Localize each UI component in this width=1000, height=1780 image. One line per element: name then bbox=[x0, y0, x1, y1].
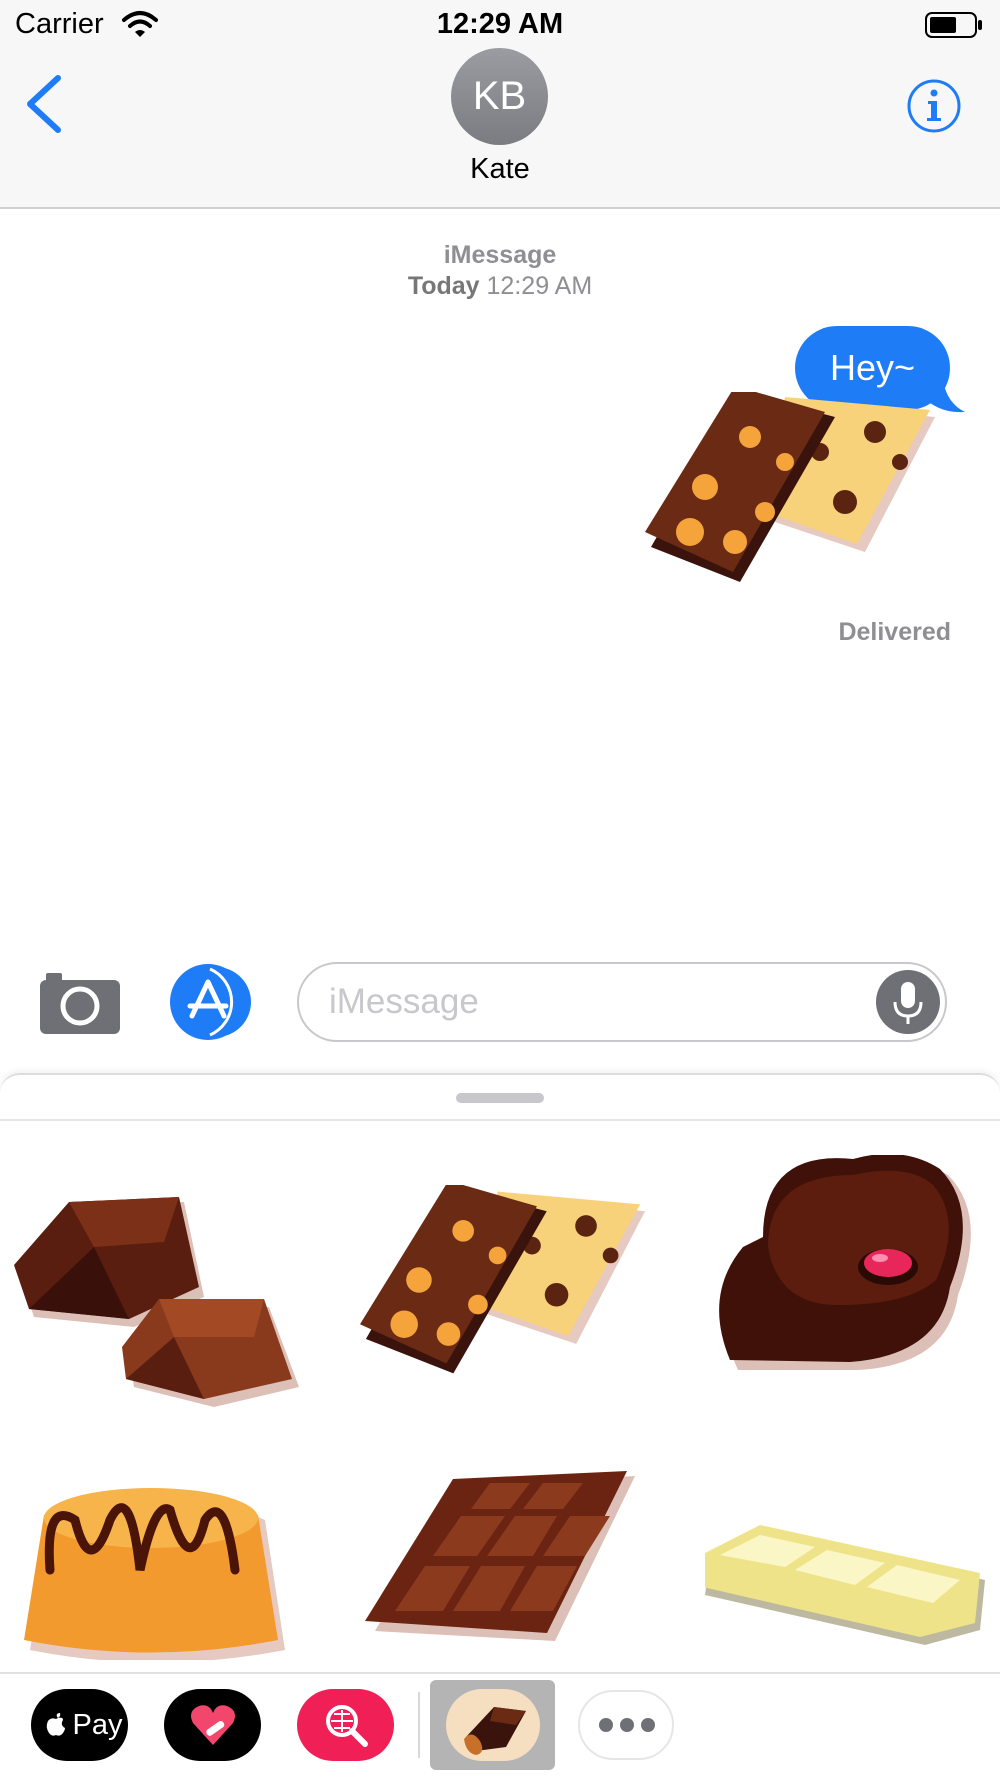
chocolate-bar-sticker[interactable] bbox=[365, 1471, 635, 1646]
more-apps-button[interactable] bbox=[578, 1690, 674, 1760]
timestamp-day: Today bbox=[407, 272, 480, 300]
service-label: iMessage bbox=[443, 241, 557, 269]
message-input[interactable]: iMessage bbox=[297, 962, 947, 1042]
message-placeholder: iMessage bbox=[329, 982, 479, 1021]
more-icon bbox=[599, 1718, 655, 1732]
battery-icon bbox=[925, 12, 982, 38]
caramel-cake-sticker[interactable] bbox=[20, 1480, 290, 1660]
digital-touch-button[interactable] bbox=[164, 1689, 261, 1761]
web-search-button[interactable] bbox=[297, 1689, 394, 1761]
info-icon[interactable] bbox=[906, 78, 962, 134]
appstore-icon[interactable] bbox=[170, 964, 256, 1040]
chocolate-stickers-app-icon[interactable] bbox=[446, 1689, 540, 1761]
white-chocolate-bar-sticker[interactable] bbox=[705, 1505, 985, 1645]
back-chevron-icon[interactable] bbox=[22, 72, 66, 136]
heart-chocolate-sticker[interactable] bbox=[708, 1155, 978, 1385]
timestamp-time: 12:29 AM bbox=[486, 272, 593, 300]
chocolate-chunks-sticker[interactable] bbox=[14, 1187, 299, 1437]
drawer-grabber[interactable] bbox=[456, 1093, 544, 1103]
drawer-divider bbox=[0, 1119, 1000, 1121]
microphone-icon[interactable] bbox=[876, 970, 940, 1034]
contact-name[interactable]: Kate bbox=[0, 153, 1000, 186]
digital-touch-icon bbox=[191, 1705, 235, 1745]
nut-chocolate-bars-sticker[interactable] bbox=[360, 1185, 645, 1375]
web-search-icon bbox=[326, 1705, 368, 1747]
timestamp: Today 12:29 AM bbox=[0, 272, 1000, 301]
camera-icon[interactable] bbox=[40, 970, 120, 1034]
app-strip-divider bbox=[418, 1692, 420, 1758]
navigation-header: Carrier 12:29 AM KB Kate bbox=[0, 0, 1000, 209]
contact-avatar[interactable]: KB bbox=[451, 48, 548, 145]
sent-sticker-nut-chocolate[interactable] bbox=[645, 392, 935, 582]
apple-pay-label: Pay bbox=[72, 1709, 123, 1741]
status-time: 12:29 AM bbox=[436, 8, 564, 40]
sticker-drawer bbox=[0, 1073, 1000, 1675]
delivery-status: Delivered bbox=[838, 618, 951, 646]
apple-pay-button[interactable]: Pay bbox=[31, 1689, 128, 1761]
